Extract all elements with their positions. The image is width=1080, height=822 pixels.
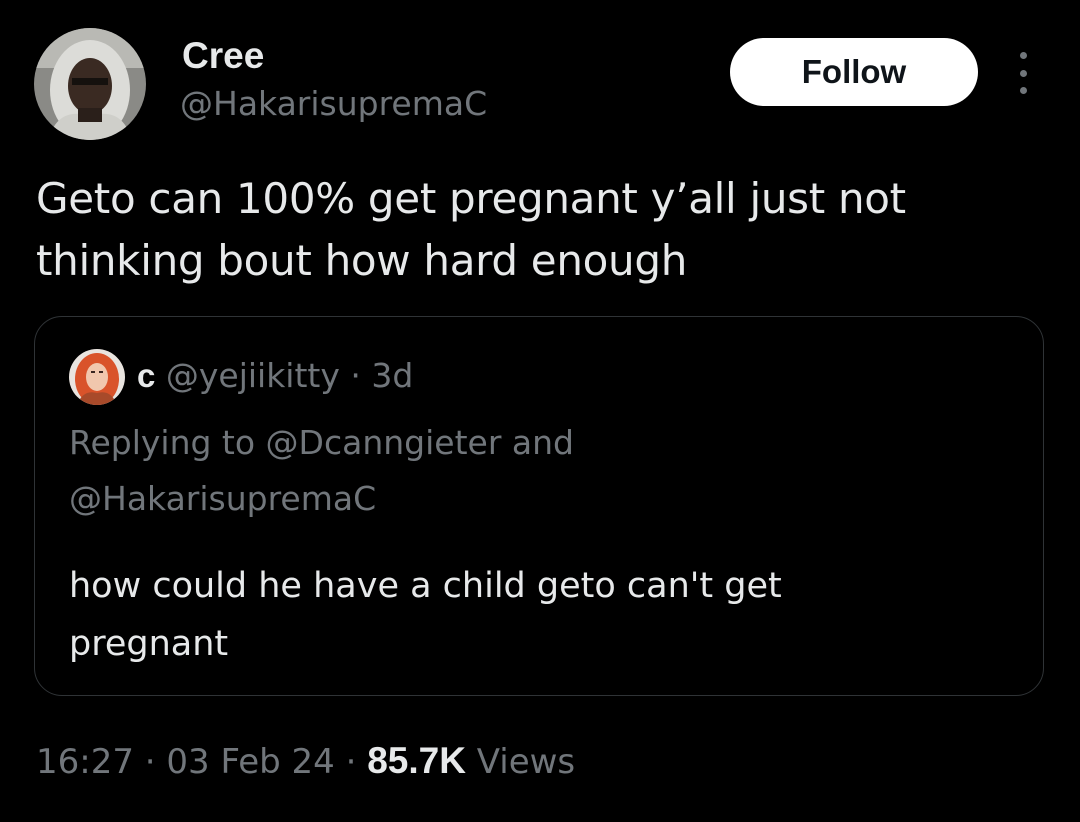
follow-button[interactable]: Follow — [730, 38, 978, 106]
more-dot-icon — [1019, 52, 1027, 59]
quoted-handle[interactable]: @yejiikitty — [166, 356, 340, 395]
tweet-meta: 16:27 · 03 Feb 24 · 85.7K Views — [36, 736, 575, 787]
quoted-separator: · — [340, 356, 372, 395]
tweet-time[interactable]: 16:27 — [36, 742, 134, 782]
author-avatar-image — [34, 28, 146, 140]
reply-mention[interactable]: @Dcanngieter — [266, 423, 502, 462]
tweet-text-line: Geto can 100% get pregnant y’all just no… — [36, 174, 906, 223]
replying-to: Replying to @Dcanngieter and @Hakarisupr… — [69, 415, 969, 527]
quoted-timestamp[interactable]: 3d — [371, 356, 413, 395]
tweet-text-line: thinking bout how hard enough — [36, 236, 688, 285]
tweet-card: Cree @HakarisupremaC Follow Geto can 100… — [0, 0, 1080, 822]
more-dot-icon — [1019, 69, 1027, 77]
quoted-author-avatar[interactable] — [69, 349, 125, 405]
replying-prefix: Replying to — [69, 423, 256, 462]
quoted-avatar-image — [69, 349, 125, 405]
reply-mention[interactable]: @HakarisupremaC — [69, 479, 376, 518]
reply-conjunction: and — [511, 423, 574, 462]
meta-separator: · — [345, 742, 357, 782]
author-handle[interactable]: @HakarisupremaC — [180, 82, 487, 126]
quoted-tweet[interactable]: c @yejiikitty · 3d Replying to @Dcanngie… — [34, 316, 1044, 696]
more-options-icon[interactable] — [1008, 52, 1038, 94]
quoted-tweet-text: how could he have a child geto can't get… — [69, 557, 969, 673]
quoted-text-line: pregnant — [69, 624, 229, 664]
quoted-header: c @yejiikitty · 3d — [137, 353, 413, 399]
quoted-display-name[interactable]: c — [137, 357, 155, 394]
views-label: Views — [476, 742, 576, 782]
author-display-name[interactable]: Cree — [182, 34, 264, 78]
author-avatar[interactable] — [34, 28, 146, 140]
views-count: 85.7K — [367, 740, 466, 781]
tweet-date[interactable]: 03 Feb 24 — [166, 742, 334, 782]
more-dot-icon — [1019, 87, 1027, 94]
tweet-text: Geto can 100% get pregnant y’all just no… — [36, 168, 1046, 292]
quoted-separator-dot: · — [350, 356, 361, 395]
meta-separator: · — [144, 742, 156, 782]
quoted-text-line: how could he have a child geto can't get — [69, 566, 782, 606]
